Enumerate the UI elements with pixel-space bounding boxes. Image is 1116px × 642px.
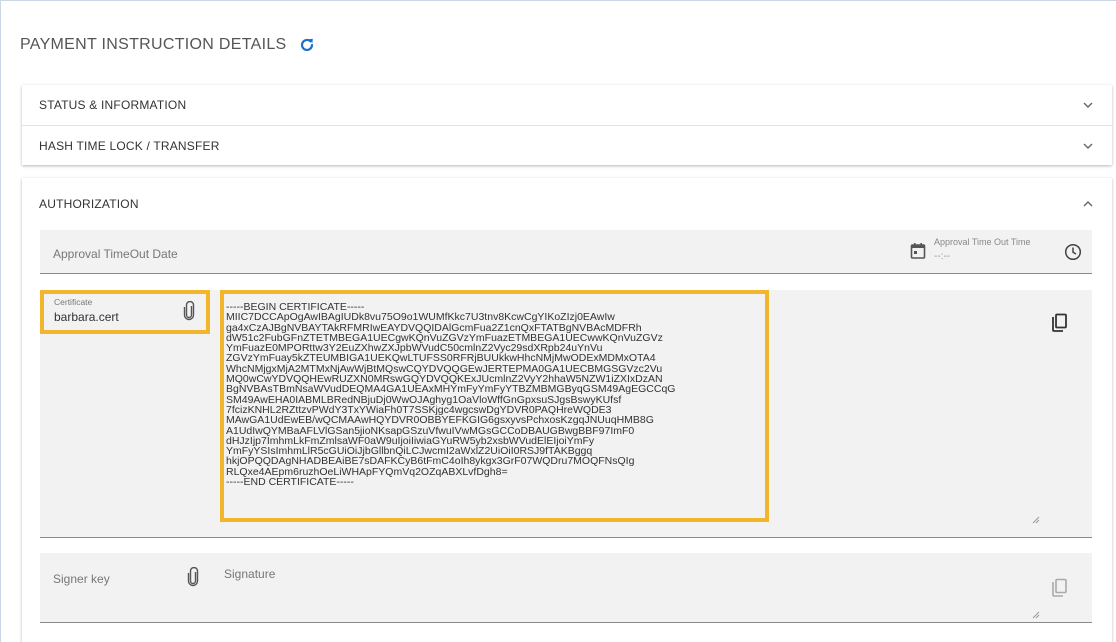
copy-icon[interactable] bbox=[1050, 313, 1068, 333]
chevron-down-icon bbox=[1083, 102, 1093, 108]
page-header: PAYMENT INSTRUCTION DETAILS bbox=[20, 36, 315, 54]
signature-row: Signer key Signature bbox=[40, 553, 1092, 623]
approval-time-label: Approval Time Out Time bbox=[934, 237, 1031, 247]
signer-key-input[interactable]: Signer key bbox=[53, 572, 110, 586]
certificate-file-field[interactable]: Certificate barbara.cert bbox=[40, 290, 210, 334]
collapsed-panels: STATUS & INFORMATION HASH TIME LOCK / TR… bbox=[22, 85, 1112, 165]
chevron-down-icon bbox=[1083, 143, 1093, 149]
resize-handle-icon[interactable] bbox=[1032, 516, 1040, 524]
panel-label: AUTHORIZATION bbox=[39, 197, 139, 211]
paperclip-icon[interactable] bbox=[186, 567, 200, 587]
approval-timeout-row: Approval TimeOut Date Approval Time Out … bbox=[40, 230, 1092, 274]
paperclip-icon[interactable] bbox=[182, 301, 196, 321]
panel-label: STATUS & INFORMATION bbox=[39, 98, 187, 112]
signature-textarea[interactable]: Signature bbox=[224, 567, 275, 581]
chevron-up-icon bbox=[1083, 201, 1093, 207]
resize-handle-icon[interactable] bbox=[1032, 611, 1040, 619]
approval-time-input[interactable]: --:-- bbox=[934, 251, 950, 262]
panel-status-information[interactable]: STATUS & INFORMATION bbox=[22, 85, 1112, 125]
page-title: PAYMENT INSTRUCTION DETAILS bbox=[20, 36, 287, 53]
certificate-row: Certificate barbara.cert -----BEGIN CERT… bbox=[40, 290, 1092, 538]
copy-icon[interactable] bbox=[1050, 578, 1068, 598]
panel-label: HASH TIME LOCK / TRANSFER bbox=[39, 138, 220, 153]
authorization-panel: AUTHORIZATION Approval TimeOut Date Appr… bbox=[22, 178, 1112, 642]
certificate-textarea[interactable]: -----BEGIN CERTIFICATE----- MIIC7DCCApOg… bbox=[220, 290, 769, 522]
calendar-icon[interactable] bbox=[910, 242, 926, 260]
approval-date-input[interactable]: Approval TimeOut Date bbox=[53, 247, 178, 261]
certificate-label: Certificate bbox=[54, 297, 93, 307]
clock-icon[interactable] bbox=[1064, 243, 1082, 261]
certificate-filename: barbara.cert bbox=[54, 310, 119, 324]
panel-authorization[interactable]: AUTHORIZATION bbox=[22, 178, 1112, 230]
refresh-icon[interactable] bbox=[299, 37, 315, 53]
panel-hash-time-lock-transfer[interactable]: HASH TIME LOCK / TRANSFER bbox=[22, 125, 1112, 165]
